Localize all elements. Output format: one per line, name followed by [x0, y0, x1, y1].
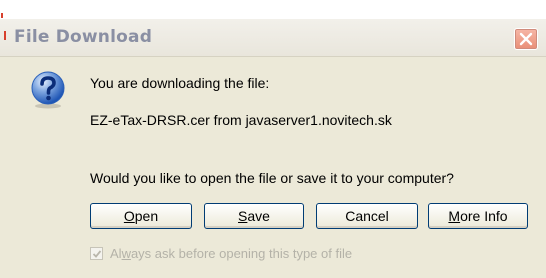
open-button-post: pen — [134, 208, 159, 224]
file-download-dialog — [0, 18, 546, 278]
window-title: File Download — [14, 27, 153, 47]
save-button-accel: S — [238, 208, 248, 224]
file-source-line: EZ-eTax-DRSR.cer from javaserver1.novite… — [90, 112, 392, 128]
close-icon — [519, 32, 533, 46]
open-button[interactable]: Open — [90, 203, 192, 229]
open-or-save-question: Would you like to open the file or save … — [90, 170, 454, 186]
more-info-button-post: ore Info — [460, 208, 508, 224]
always-ask-label: Always ask before opening this type of f… — [110, 246, 352, 261]
save-button-post: ave — [247, 208, 270, 224]
more-info-button-accel: M — [448, 208, 461, 224]
title-accent — [4, 31, 6, 40]
checkmark-icon — [92, 250, 102, 258]
always-ask-checkbox[interactable] — [90, 247, 103, 260]
download-message: You are downloading the file: — [90, 75, 270, 91]
always-ask-pre: Al — [110, 246, 122, 261]
question-icon — [28, 70, 68, 110]
more-info-button[interactable]: More Info — [428, 203, 528, 229]
save-button[interactable]: Save — [204, 203, 304, 229]
always-ask-accel: w — [121, 246, 131, 261]
close-button[interactable] — [514, 28, 538, 50]
cancel-button[interactable]: Cancel — [316, 203, 418, 229]
title-bar[interactable]: File Download — [0, 18, 546, 57]
always-ask-post: ays ask before opening this type of file — [130, 246, 353, 261]
top-strip — [0, 0, 546, 18]
open-button-accel: O — [123, 208, 135, 224]
